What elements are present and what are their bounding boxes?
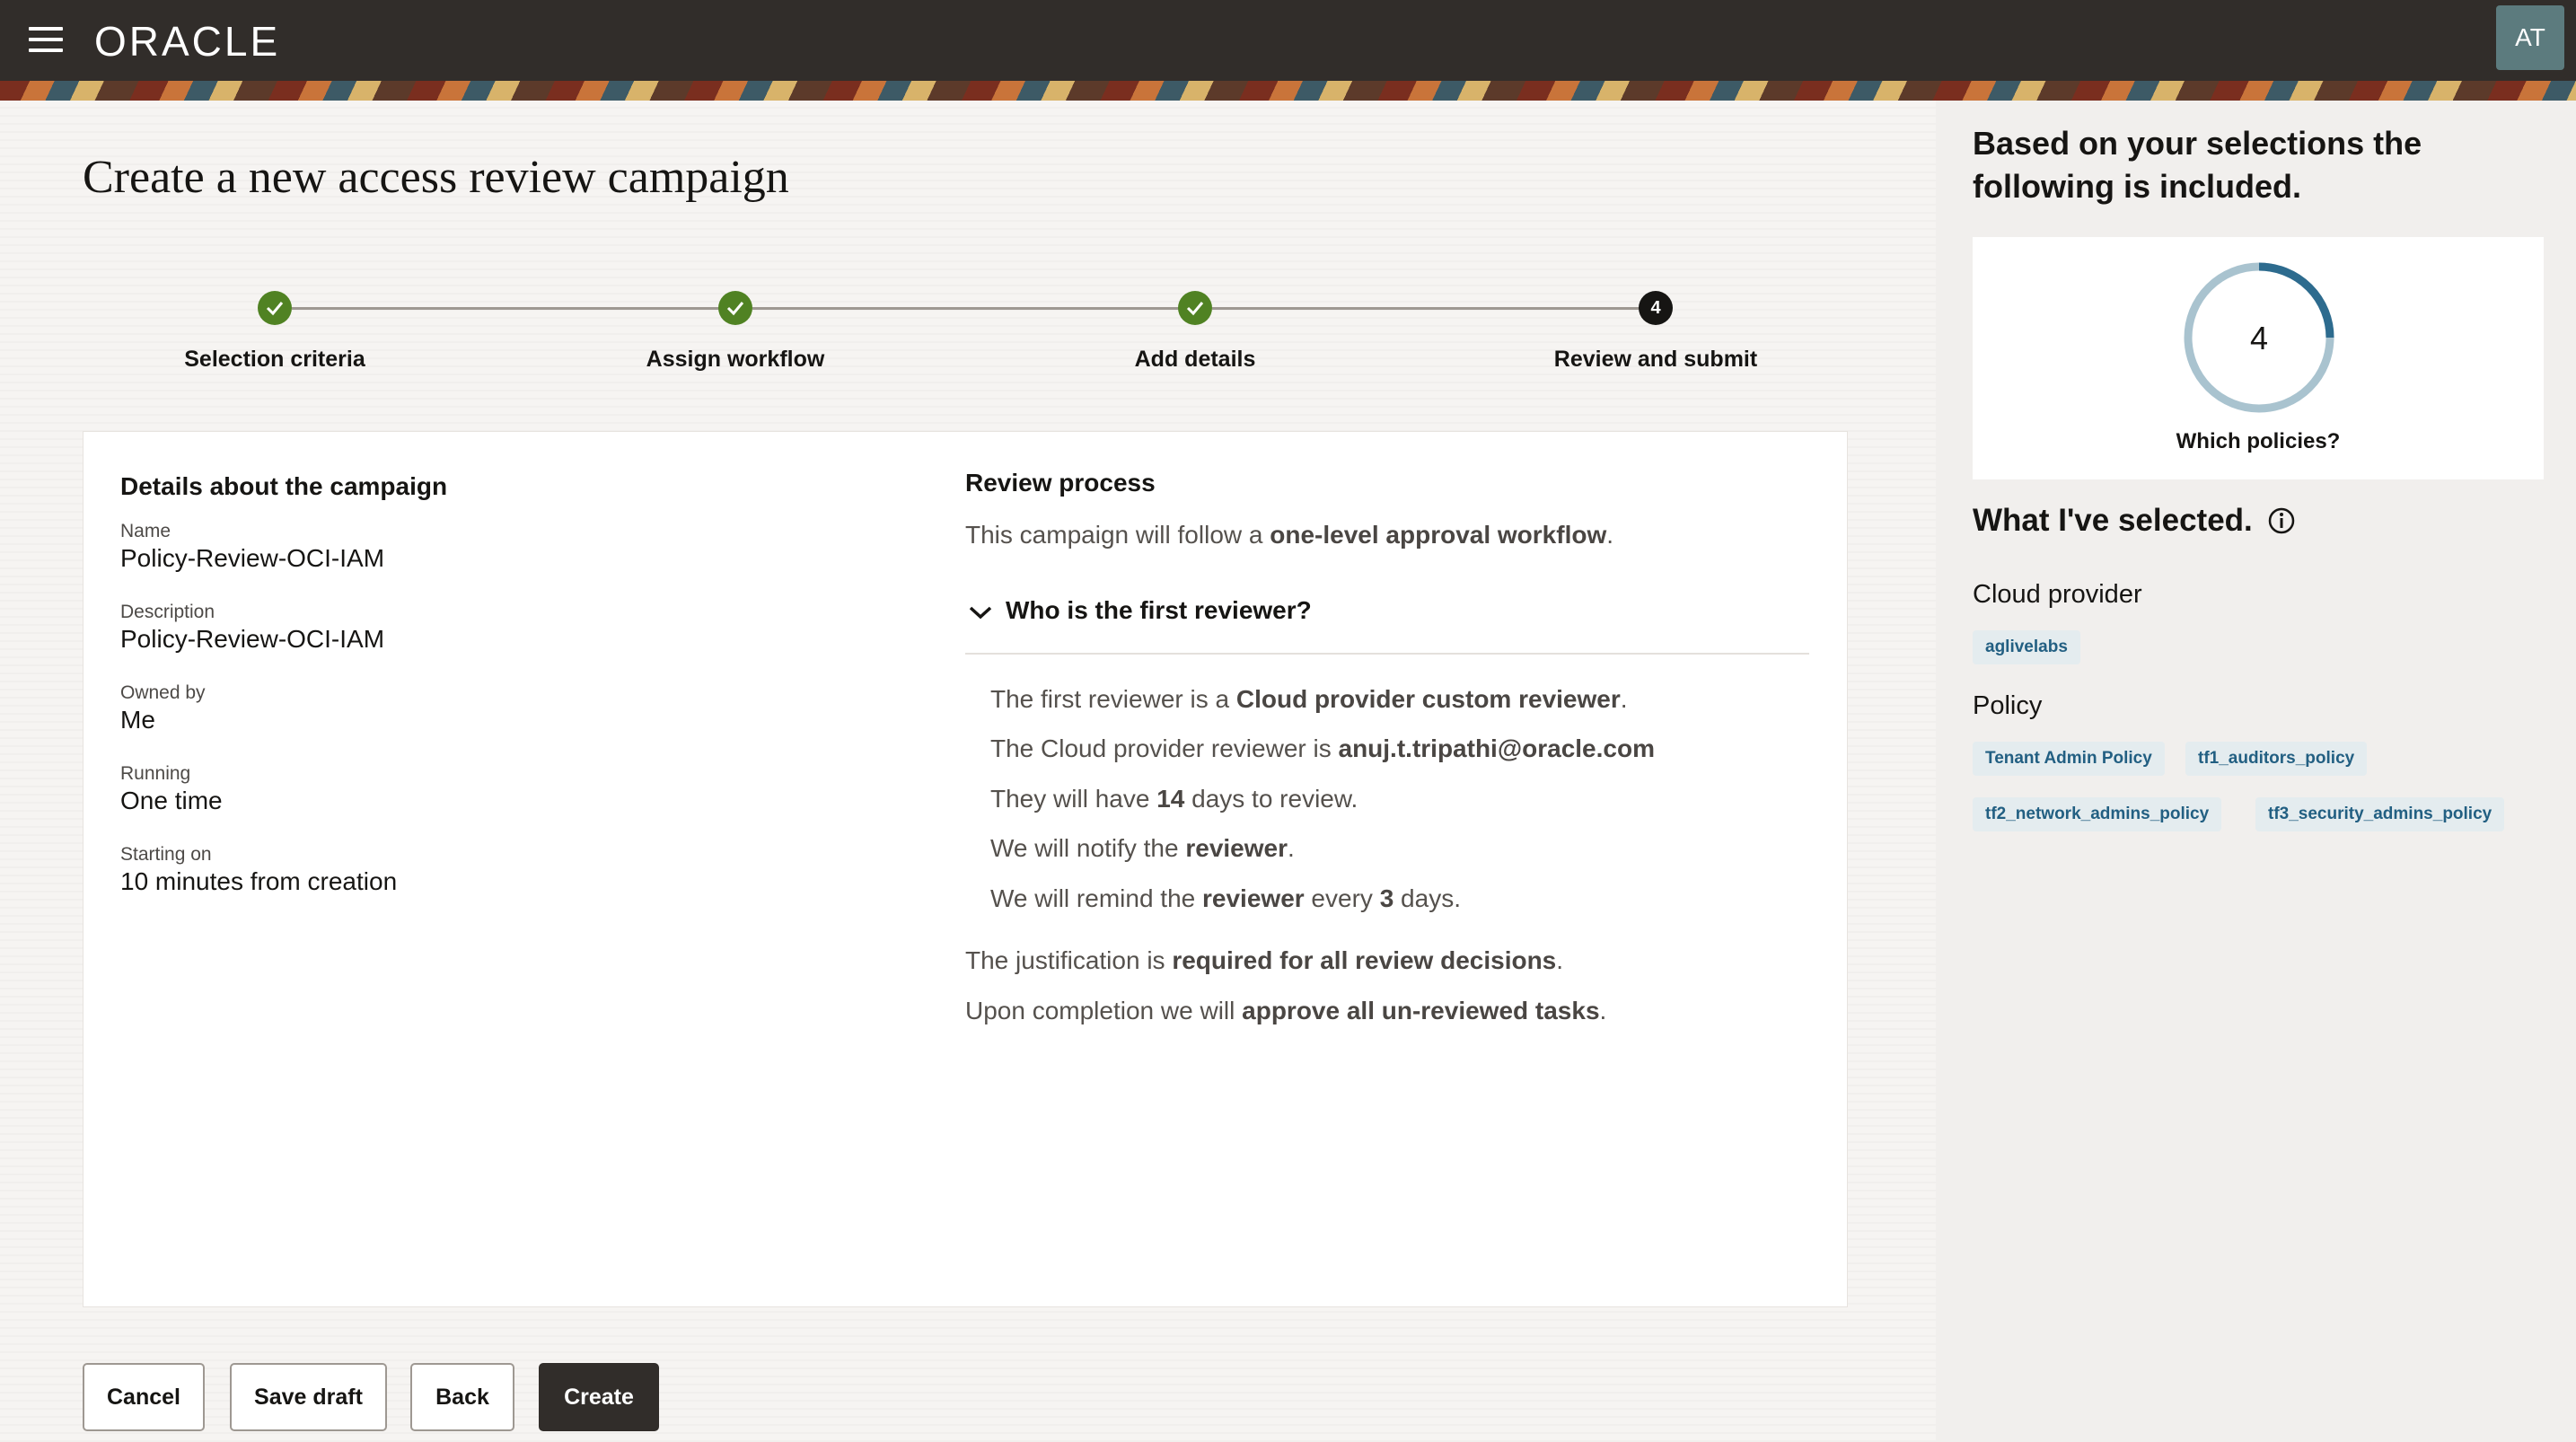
stepper-connector [292, 307, 735, 310]
back-button[interactable]: Back [410, 1363, 514, 1431]
chevron-down-icon[interactable] [968, 603, 993, 621]
review-intro: This campaign will follow a one-level ap… [965, 521, 1613, 550]
step-label-review-and-submit[interactable]: Review and submit [1521, 347, 1790, 373]
decorative-banner [0, 81, 2576, 101]
reviewer-line-text: days. [1394, 884, 1461, 912]
reviewer-line: The Cloud provider reviewer is anuj.t.tr… [990, 734, 1655, 763]
reviewer-line-text: We will remind the [990, 884, 1203, 912]
policy-chip: tf1_auditors_policy [2185, 742, 2368, 776]
step-4-current-indicator: 4 [1639, 291, 1673, 325]
justification-text-pre: The justification is [965, 946, 1173, 974]
stepper-connector [1212, 307, 1656, 310]
field-label-name: Name [120, 521, 171, 541]
user-avatar[interactable]: AT [2496, 5, 2564, 70]
policy-chip: Tenant Admin Policy [1973, 742, 2165, 776]
step-label-assign-workflow[interactable]: Assign workflow [601, 347, 870, 373]
field-label-starting-on: Starting on [120, 844, 212, 865]
field-value-description: Policy-Review-OCI-IAM [120, 625, 385, 653]
reviewer-line-emphasis: 14 [1156, 785, 1185, 813]
review-process-heading: Review process [965, 469, 1156, 497]
policy-count-donut: 4 [2184, 262, 2334, 413]
justification-text: The justification is required for all re… [965, 946, 1563, 975]
field-label-description: Description [120, 602, 215, 622]
policy-chip: tf2_network_admins_policy [1973, 797, 2222, 831]
save-draft-button[interactable]: Save draft [230, 1363, 387, 1431]
reviewer-line-emphasis: 3 [1379, 884, 1394, 912]
review-intro-end: . [1606, 521, 1614, 549]
completion-text-end: . [1599, 997, 1607, 1024]
first-reviewer-accordion[interactable]: Who is the first reviewer? [1006, 596, 1312, 625]
field-value-running: One time [120, 787, 223, 814]
field-label-running: Running [120, 763, 191, 784]
accordion-divider [965, 653, 1809, 655]
field-label-owned-by: Owned by [120, 682, 206, 703]
reviewer-email: anuj.t.tripathi@oracle.com [1338, 734, 1655, 762]
top-bar: ORACLE AT [0, 0, 2576, 81]
justification-emphasis: required for all review decisions [1172, 946, 1557, 974]
info-icon[interactable] [2266, 506, 2297, 536]
reviewer-line-emphasis: reviewer [1185, 834, 1288, 862]
completion-emphasis: approve all un-reviewed tasks [1242, 997, 1600, 1024]
step-label-add-details[interactable]: Add details [1060, 347, 1330, 373]
hamburger-menu-icon[interactable] [29, 25, 63, 54]
reviewer-line-text: . [1287, 834, 1295, 862]
review-intro-text: This campaign will follow a [965, 521, 1270, 549]
field-value-owned-by: Me [120, 706, 155, 734]
reviewer-line-text: We will notify the [990, 834, 1186, 862]
stepper-connector [752, 307, 1195, 310]
step-3-complete-icon [1178, 291, 1212, 325]
field-value-name: Policy-Review-OCI-IAM [120, 544, 385, 572]
reviewer-line-text: days to review. [1184, 785, 1358, 813]
summary-heading: Based on your selections the following i… [1973, 125, 2422, 205]
reviewer-line-text: The first reviewer is a [990, 685, 1236, 713]
cloud-provider-label: Cloud provider [1973, 580, 2142, 609]
field-value-starting-on: 10 minutes from creation [120, 867, 398, 895]
details-heading: Details about the campaign [120, 472, 448, 500]
reviewer-line: We will notify the reviewer. [990, 834, 1295, 863]
reviewer-line-text: every [1304, 884, 1380, 912]
reviewer-line-text: They will have [990, 785, 1157, 813]
reviewer-line-emphasis: reviewer [1202, 884, 1305, 912]
justification-text-end: . [1556, 946, 1564, 974]
reviewer-line: We will remind the reviewer every 3 days… [990, 884, 1461, 913]
policy-label: Policy [1973, 691, 2043, 720]
step-2-complete-icon [718, 291, 752, 325]
step-1-complete-icon [258, 291, 292, 325]
policy-count-value: 4 [2250, 320, 2268, 356]
reviewer-line-emphasis: Cloud provider custom reviewer [1235, 685, 1621, 713]
completion-text: Upon completion we will approve all un-r… [965, 997, 1606, 1025]
which-policies-label: Which policies? [2176, 429, 2341, 453]
cancel-button[interactable]: Cancel [83, 1363, 205, 1431]
reviewer-line: The first reviewer is a Cloud provider c… [990, 685, 1628, 714]
review-intro-emphasis: one-level approval workflow [1270, 521, 1607, 549]
reviewer-line-text: The Cloud provider reviewer is [990, 734, 1339, 762]
cloud-provider-chip: aglivelabs [1973, 630, 2080, 664]
create-button[interactable]: Create [539, 1363, 659, 1431]
what-ive-selected-heading: What I've selected. [1973, 503, 2253, 538]
oracle-logo[interactable]: ORACLE [94, 16, 280, 66]
reviewer-line: They will have 14 days to review. [990, 785, 1358, 813]
reviewer-line-text: . [1620, 685, 1628, 713]
completion-text-pre: Upon completion we will [965, 997, 1243, 1024]
step-label-selection-criteria[interactable]: Selection criteria [140, 347, 409, 373]
page-title: Create a new access review campaign [83, 152, 789, 203]
policy-chip: tf3_security_admins_policy [2255, 797, 2505, 831]
